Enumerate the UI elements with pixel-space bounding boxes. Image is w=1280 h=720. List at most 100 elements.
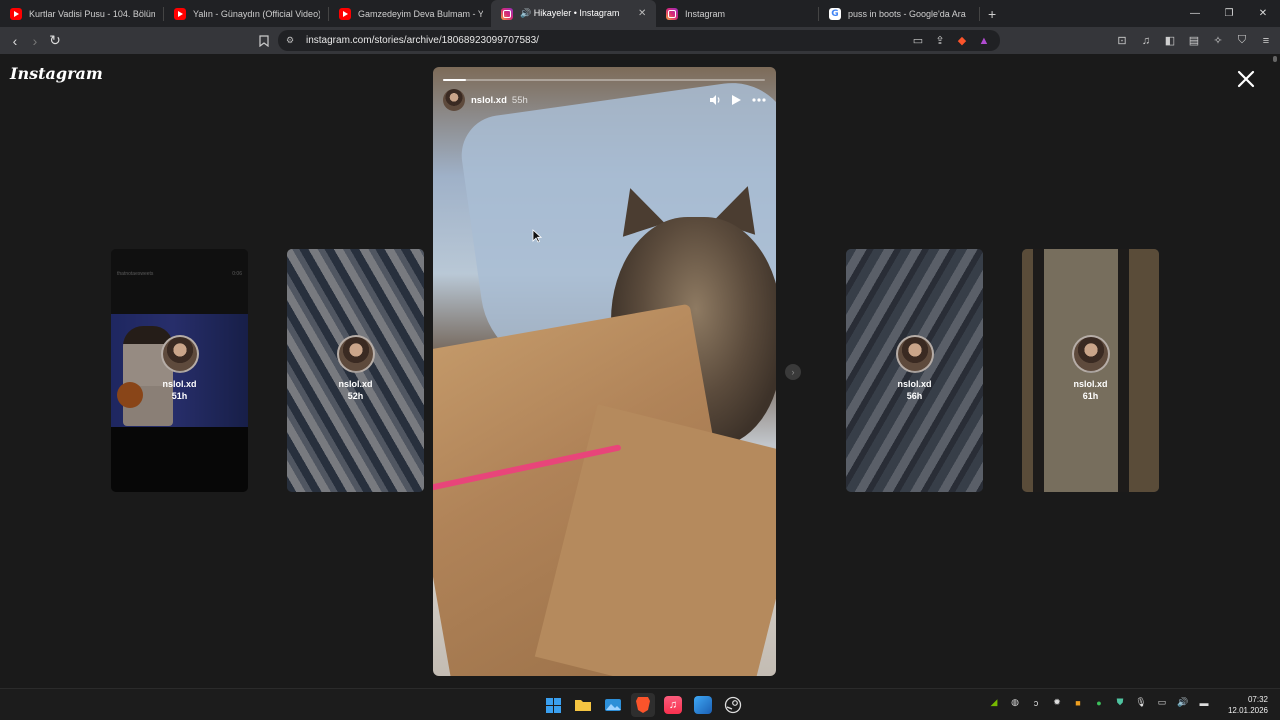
microphone-icon[interactable]: 🎙 bbox=[1135, 697, 1147, 708]
story-username: nslol.xd bbox=[897, 379, 932, 389]
active-story[interactable]: nslol.xd 55h bbox=[433, 67, 776, 676]
story-header: nslol.xd 55h bbox=[443, 89, 766, 111]
snipping-tool-icon[interactable] bbox=[691, 693, 715, 717]
site-settings-icon[interactable]: ⚙ bbox=[286, 35, 296, 46]
reload-icon[interactable]: ↻ bbox=[45, 31, 65, 51]
tab-gamzedeyim[interactable]: Gamzedeyim Deva Bulmam - YouTube bbox=[329, 0, 491, 27]
itunes-icon[interactable]: ♫ bbox=[661, 693, 685, 717]
avatar bbox=[1071, 335, 1110, 373]
tab-title: Kurtlar Vadisi Pusu - 104. Bölüm FULL bbox=[29, 8, 155, 19]
tray-orange-icon[interactable]: ■ bbox=[1072, 698, 1084, 708]
tab-instagram[interactable]: Instagram bbox=[656, 0, 818, 27]
tab-title: Instagram bbox=[685, 8, 726, 19]
instagram-icon bbox=[666, 7, 678, 20]
media-icon[interactable]: ♫ bbox=[1136, 31, 1156, 51]
story-username[interactable]: nslol.xd bbox=[471, 95, 507, 106]
story-preview-61h[interactable]: nslol.xd 61h bbox=[1022, 249, 1159, 492]
taskbar-apps: ♫ bbox=[541, 693, 745, 717]
leo-ai-icon[interactable]: ✧ bbox=[1208, 31, 1228, 51]
minimize-icon[interactable]: — bbox=[1178, 0, 1212, 27]
battery-icon[interactable]: ▬ bbox=[1198, 698, 1210, 708]
tab-kurtlar-vadisi[interactable]: Kurtlar Vadisi Pusu - 104. Bölüm FULL bbox=[0, 0, 163, 27]
volume-tray-icon[interactable]: 🔊 bbox=[1177, 697, 1189, 708]
scrollbar-thumb[interactable] bbox=[1273, 56, 1277, 62]
forward-icon[interactable]: › bbox=[25, 31, 45, 51]
close-window-icon[interactable]: ✕ bbox=[1246, 0, 1280, 27]
mouse-cursor-icon bbox=[532, 229, 542, 243]
address-bar-actions: ▭ ⇪ ◆ ▲ bbox=[912, 31, 1000, 51]
story-preview-51h[interactable]: thatnotaesweets 0:06 nslol.xd 51h bbox=[111, 249, 248, 492]
story-username: nslol.xd bbox=[1073, 379, 1108, 389]
screenshot-icon[interactable]: ⊡ bbox=[1112, 31, 1132, 51]
bookmark-icon[interactable] bbox=[254, 31, 274, 51]
nvidia-icon[interactable]: ◢ bbox=[988, 697, 1000, 708]
story-preview-52h[interactable]: nslol.xd 52h bbox=[287, 249, 424, 492]
photos-icon[interactable] bbox=[601, 693, 625, 717]
story-preview-56h[interactable]: nslol.xd 56h bbox=[846, 249, 983, 492]
url-text: instagram.com/stories/archive/1806892309… bbox=[306, 35, 539, 46]
tab-title: 🔊 Hikayeler • Instagram bbox=[520, 8, 620, 18]
clock-time: 07:32 bbox=[1247, 695, 1268, 704]
menu-icon[interactable]: ≡ bbox=[1256, 31, 1276, 51]
story-owner: nslol.xd 51h bbox=[111, 335, 248, 401]
tab-title: Yalın - Günaydın (Official Video) - YouT… bbox=[193, 8, 320, 19]
security-shield-icon[interactable]: ⛊ bbox=[1114, 697, 1126, 708]
story-owner: nslol.xd 61h bbox=[1022, 335, 1159, 401]
instagram-logo[interactable]: Instagram bbox=[10, 64, 103, 83]
tab-hikayeler-instagram[interactable]: 🔊 Hikayeler • Instagram ✕ bbox=[491, 0, 656, 27]
wallet-icon[interactable]: ▤ bbox=[1184, 31, 1204, 51]
clock-date: 12.01.2026 bbox=[1227, 706, 1268, 715]
settings-gear-icon[interactable]: ✹ bbox=[1051, 697, 1063, 708]
story-time: 51h bbox=[171, 391, 188, 401]
instagram-stories-viewer: Instagram thatnotaesweets 0:06 nslol.xd … bbox=[0, 54, 1270, 688]
browser-toolbar: ‹ › ↻ ⚙ instagram.com/stories/archive/18… bbox=[0, 27, 1280, 54]
google-icon: G bbox=[829, 7, 841, 20]
avatar bbox=[336, 335, 375, 373]
brave-browser-icon[interactable] bbox=[631, 693, 655, 717]
steam-tray-icon[interactable]: ◍ bbox=[1009, 697, 1021, 708]
brave-shields-icon[interactable]: ◆ bbox=[956, 31, 968, 51]
steam-icon[interactable] bbox=[721, 693, 745, 717]
avatar bbox=[160, 335, 199, 373]
tray-green-icon[interactable]: ● bbox=[1093, 698, 1105, 708]
story-username: nslol.xd bbox=[162, 379, 197, 389]
sidebar-icon[interactable]: ◧ bbox=[1160, 31, 1180, 51]
system-tray: ◢ ◍ ↄ ✹ ■ ● ⛊ 🎙 ▭ 🔊 ▬ bbox=[988, 697, 1210, 708]
story-time: 55h bbox=[511, 94, 528, 106]
cast-icon[interactable]: ▭ bbox=[912, 31, 924, 51]
close-icon[interactable] bbox=[1234, 67, 1258, 91]
play-icon[interactable] bbox=[731, 94, 742, 106]
toolbar-right-icons: ⊡ ♫ ◧ ▤ ✧ ⛉ ≡ bbox=[1112, 27, 1280, 54]
address-bar[interactable]: ⚙ instagram.com/stories/archive/18068923… bbox=[278, 30, 1000, 51]
tab-yalin-gunaydin[interactable]: Yalın - Günaydın (Official Video) - YouT… bbox=[164, 0, 328, 27]
restore-icon[interactable]: ❐ bbox=[1212, 0, 1246, 27]
tab-title: Gamzedeyim Deva Bulmam - YouTube bbox=[358, 8, 483, 19]
avatar[interactable] bbox=[443, 89, 465, 111]
volume-icon[interactable] bbox=[709, 94, 721, 106]
story-time: 52h bbox=[347, 391, 364, 401]
back-icon[interactable]: ‹ bbox=[5, 31, 25, 51]
avatar bbox=[895, 335, 934, 373]
more-options-icon[interactable] bbox=[752, 98, 766, 102]
youtube-icon bbox=[10, 7, 22, 20]
page-scrollbar[interactable] bbox=[1270, 54, 1280, 688]
tab-separator bbox=[979, 6, 980, 21]
file-explorer-icon[interactable] bbox=[571, 693, 595, 717]
system-clock[interactable]: 07:32 12.01.2026 bbox=[1228, 694, 1268, 716]
story-username: nslol.xd bbox=[338, 379, 373, 389]
tab-google-search[interactable]: G puss in boots - Google'da Ara bbox=[819, 0, 979, 27]
start-icon[interactable] bbox=[541, 693, 565, 717]
vpn-icon[interactable]: ⛉ bbox=[1232, 31, 1252, 51]
tray-app-icon[interactable]: ↄ bbox=[1030, 698, 1042, 708]
network-icon[interactable]: ▭ bbox=[1156, 697, 1168, 708]
share-icon[interactable]: ⇪ bbox=[934, 31, 946, 51]
close-tab-icon[interactable]: ✕ bbox=[638, 8, 648, 19]
new-tab-icon[interactable]: + bbox=[988, 6, 996, 22]
story-time: 61h bbox=[1082, 391, 1099, 401]
brave-rewards-icon[interactable]: ▲ bbox=[978, 31, 990, 51]
youtube-icon bbox=[339, 7, 351, 20]
next-story-arrow-icon[interactable]: › bbox=[785, 364, 801, 380]
story-controls bbox=[709, 94, 766, 106]
story-time: 56h bbox=[906, 391, 923, 401]
tab-bar: Kurtlar Vadisi Pusu - 104. Bölüm FULL Ya… bbox=[0, 0, 1280, 27]
